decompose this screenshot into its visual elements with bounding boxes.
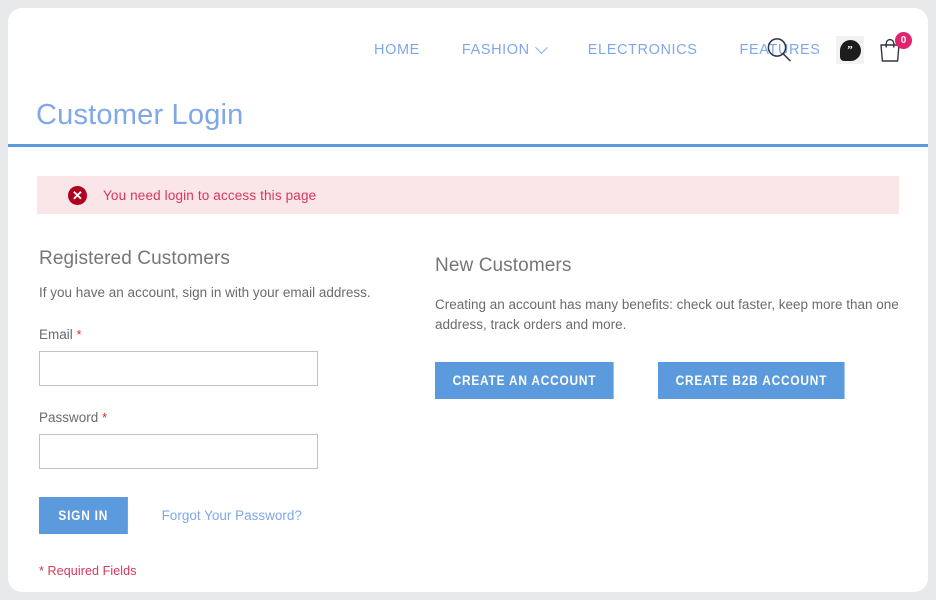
alert-text: You need login to access this page bbox=[103, 187, 317, 203]
password-input[interactable] bbox=[39, 433, 318, 469]
required-asterisk: * bbox=[102, 409, 108, 425]
registered-customers-section: Registered Customers If you have an acco… bbox=[37, 248, 435, 578]
chat-button[interactable]: ” bbox=[836, 36, 864, 64]
page-card: HOME FASHION ELECTRONICS FEATURES ” 0 Cu… bbox=[8, 8, 928, 592]
error-icon: ✕ bbox=[68, 185, 87, 205]
chat-bubble-icon: ” bbox=[839, 39, 861, 61]
page-title-area: Customer Login bbox=[8, 92, 928, 138]
main-content: ✕ You need login to access this page Reg… bbox=[8, 176, 928, 578]
create-b2b-account-button[interactable]: CREATE B2B ACCOUNT bbox=[658, 362, 846, 400]
new-customers-actions: CREATE AN ACCOUNT CREATE B2B ACCOUNT bbox=[435, 362, 899, 400]
nav-item-label: ELECTRONICS bbox=[587, 42, 698, 58]
search-button[interactable] bbox=[756, 27, 802, 73]
nav-item-home[interactable]: HOME bbox=[353, 42, 441, 58]
email-field-group: Email * bbox=[39, 327, 435, 386]
forgot-password-link[interactable]: Forgot Your Password? bbox=[162, 508, 302, 523]
email-label: Email * bbox=[39, 327, 435, 342]
site-header: HOME FASHION ELECTRONICS FEATURES ” 0 bbox=[8, 8, 928, 92]
cart-button[interactable]: 0 bbox=[870, 30, 912, 70]
registered-lead: If you have an account, sign in with you… bbox=[39, 285, 371, 300]
create-account-button[interactable]: CREATE AN ACCOUNT bbox=[435, 362, 614, 400]
chevron-down-icon bbox=[534, 40, 548, 54]
nav-item-electronics[interactable]: ELECTRONICS bbox=[567, 42, 719, 58]
password-field-group: Password * bbox=[39, 410, 435, 469]
password-label-text: Password bbox=[39, 409, 99, 425]
email-input[interactable] bbox=[39, 350, 318, 386]
login-actions: SIGN IN Forgot Your Password? bbox=[39, 496, 435, 534]
email-label-text: Email bbox=[39, 326, 73, 342]
page-title: Customer Login bbox=[36, 98, 244, 131]
registered-heading: Registered Customers bbox=[39, 248, 231, 269]
title-divider bbox=[8, 144, 928, 147]
search-icon bbox=[767, 38, 791, 62]
required-asterisk: * bbox=[76, 326, 82, 342]
new-customers-section: New Customers Creating an account has ma… bbox=[435, 248, 899, 578]
required-fields-note: * Required Fields bbox=[39, 563, 137, 578]
nav-item-fashion[interactable]: FASHION bbox=[441, 40, 567, 58]
cart-count-badge: 0 bbox=[895, 32, 912, 49]
new-customers-lead: Creating an account has many benefits: c… bbox=[435, 297, 899, 332]
nav-item-label: FASHION bbox=[461, 42, 530, 58]
sign-in-button[interactable]: SIGN IN bbox=[39, 496, 128, 534]
login-columns: Registered Customers If you have an acco… bbox=[37, 248, 899, 578]
alert-message: ✕ You need login to access this page bbox=[37, 176, 899, 214]
chat-glyph: ” bbox=[847, 43, 853, 56]
header-icons: ” 0 bbox=[756, 8, 912, 92]
new-customers-heading: New Customers bbox=[435, 255, 572, 276]
nav-item-label: HOME bbox=[374, 42, 420, 58]
password-label: Password * bbox=[39, 410, 435, 425]
